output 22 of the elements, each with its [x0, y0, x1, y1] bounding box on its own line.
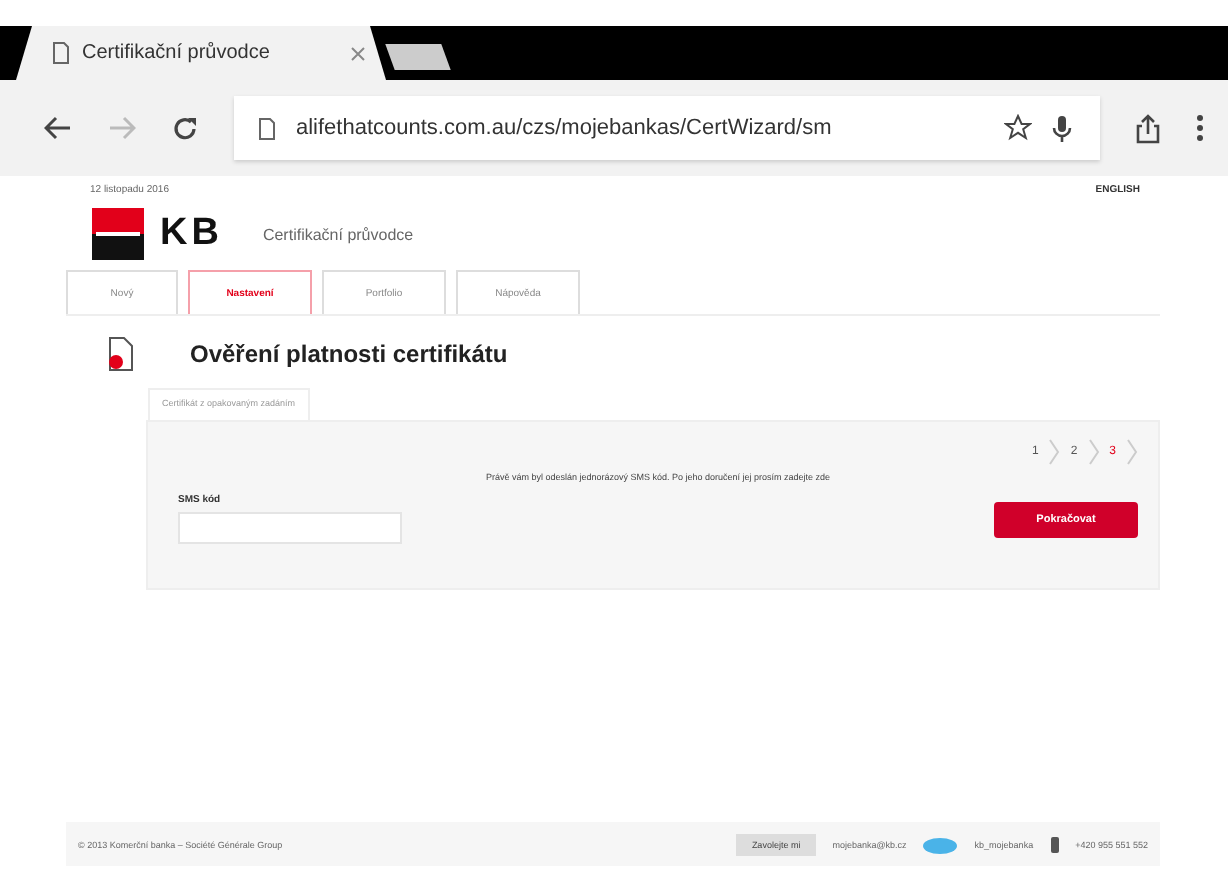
page-icon [52, 42, 70, 64]
logo-icon [92, 208, 144, 260]
new-tab-button[interactable] [385, 44, 451, 70]
share-icon[interactable] [1136, 113, 1160, 143]
sms-code-field[interactable] [178, 512, 402, 544]
back-icon[interactable] [44, 116, 72, 140]
app-title: Certifikační průvodce [262, 225, 414, 243]
chevron-icon [1126, 438, 1138, 466]
certificate-icon [106, 336, 138, 372]
chevron-icon [1087, 438, 1100, 466]
page-heading: Ověření platnosti certifikátu [190, 340, 508, 368]
star-icon[interactable] [1004, 114, 1032, 142]
phone-icon [1049, 835, 1060, 853]
chevron-icon [1048, 438, 1061, 466]
close-icon[interactable] [350, 45, 366, 61]
browser-tab[interactable]: Certifikační průvodce [16, 26, 386, 80]
logo-text: KB [160, 212, 223, 256]
microphone-icon[interactable] [1052, 113, 1072, 143]
reload-icon[interactable] [172, 115, 198, 141]
menu-icon[interactable] [1196, 114, 1204, 142]
address-bar[interactable]: alifethatcounts.com.au/czs/mojebankas/CertWizard/sm [234, 96, 1100, 160]
page-icon [258, 117, 276, 139]
